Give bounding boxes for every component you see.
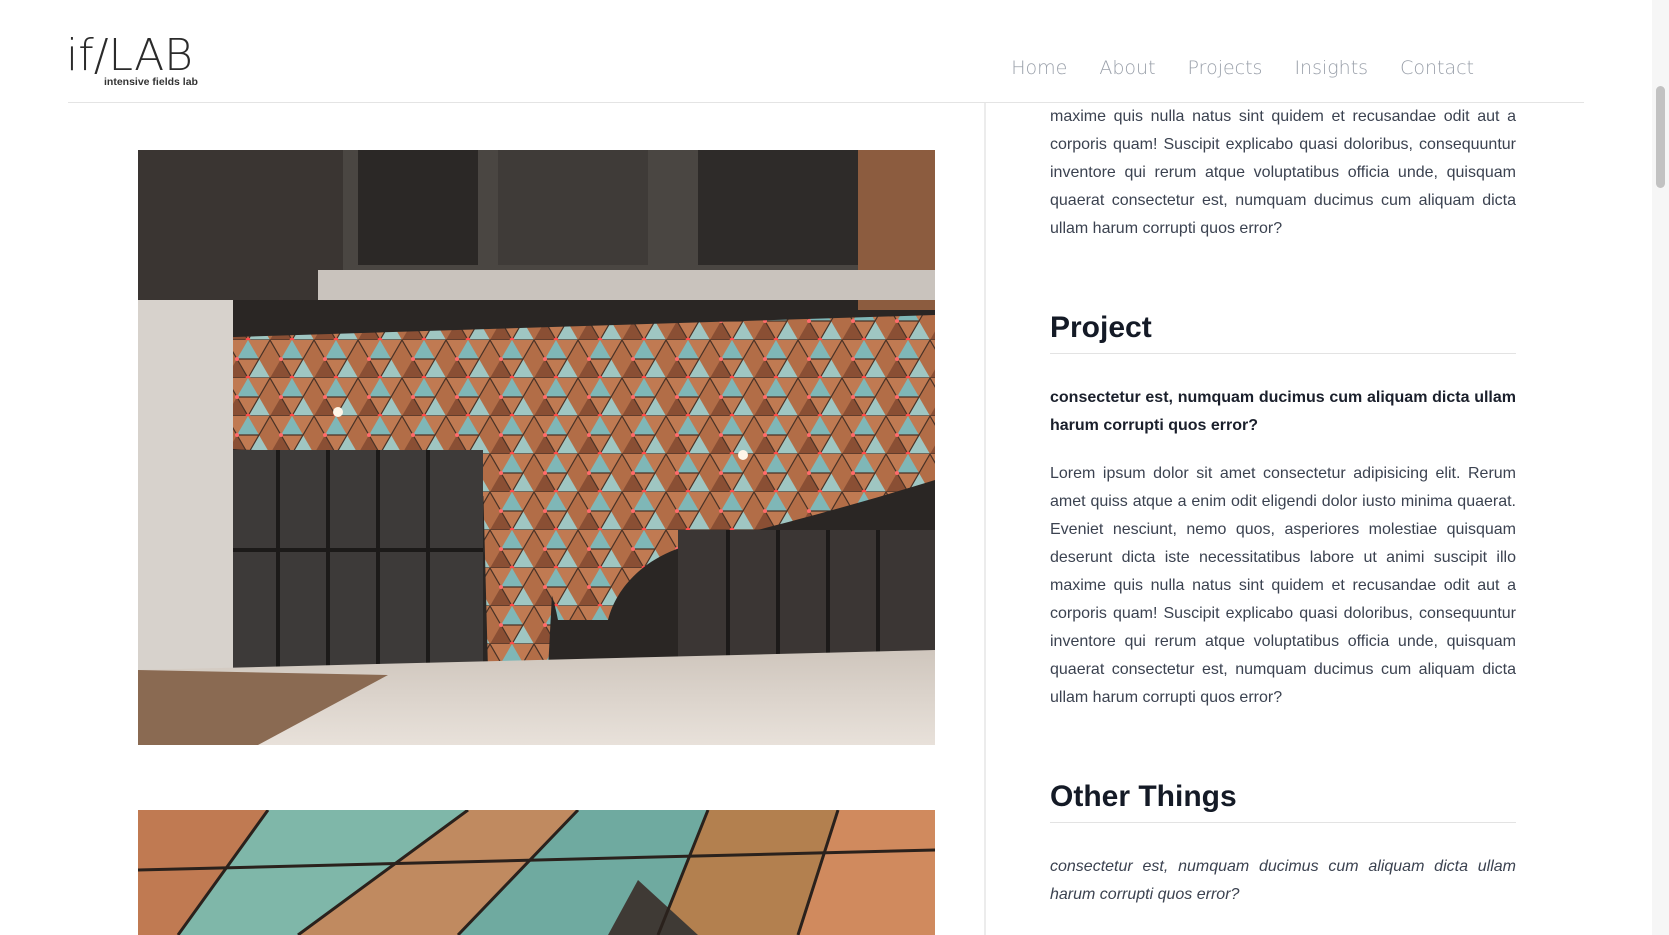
nav-about[interactable]: About (1099, 57, 1155, 79)
site-header: if/LAB intensive fields lab Home About P… (0, 0, 1652, 103)
site-logo[interactable]: if/LAB intensive fields lab (66, 24, 202, 92)
scrollbar-thumb[interactable] (1656, 86, 1665, 188)
panel-closeup-illustration (138, 810, 935, 935)
logo-tagline: intensive fields lab (104, 76, 198, 88)
logo-mark-text: if/LAB (66, 30, 193, 81)
header-divider (68, 102, 1584, 103)
section-heading-other: Other Things (1050, 780, 1516, 823)
main-nav: Home About Projects Insights Contact (1011, 57, 1474, 79)
nav-contact[interactable]: Contact (1400, 57, 1474, 79)
project-photo-canopy (138, 150, 935, 745)
nav-projects[interactable]: Projects (1188, 57, 1263, 79)
section-heading-project: Project (1050, 311, 1516, 354)
project-lead: consectetur est, numquam ducimus cum ali… (1050, 389, 1516, 434)
column-divider (984, 103, 986, 935)
intro-paragraph: maxime quis nulla natus sint quidem et r… (1050, 108, 1516, 237)
project-photo-closeup (138, 810, 935, 935)
nav-home[interactable]: Home (1011, 57, 1067, 79)
canopy-illustration (138, 150, 935, 745)
article-column: maxime quis nulla natus sint quidem et r… (1050, 103, 1516, 909)
other-lead: consectetur est, numquam ducimus cum ali… (1050, 858, 1516, 903)
page-scrollbar[interactable] (1652, 0, 1669, 935)
nav-insights[interactable]: Insights (1294, 57, 1368, 79)
project-body: Lorem ipsum dolor sit amet consectetur a… (1050, 465, 1516, 706)
